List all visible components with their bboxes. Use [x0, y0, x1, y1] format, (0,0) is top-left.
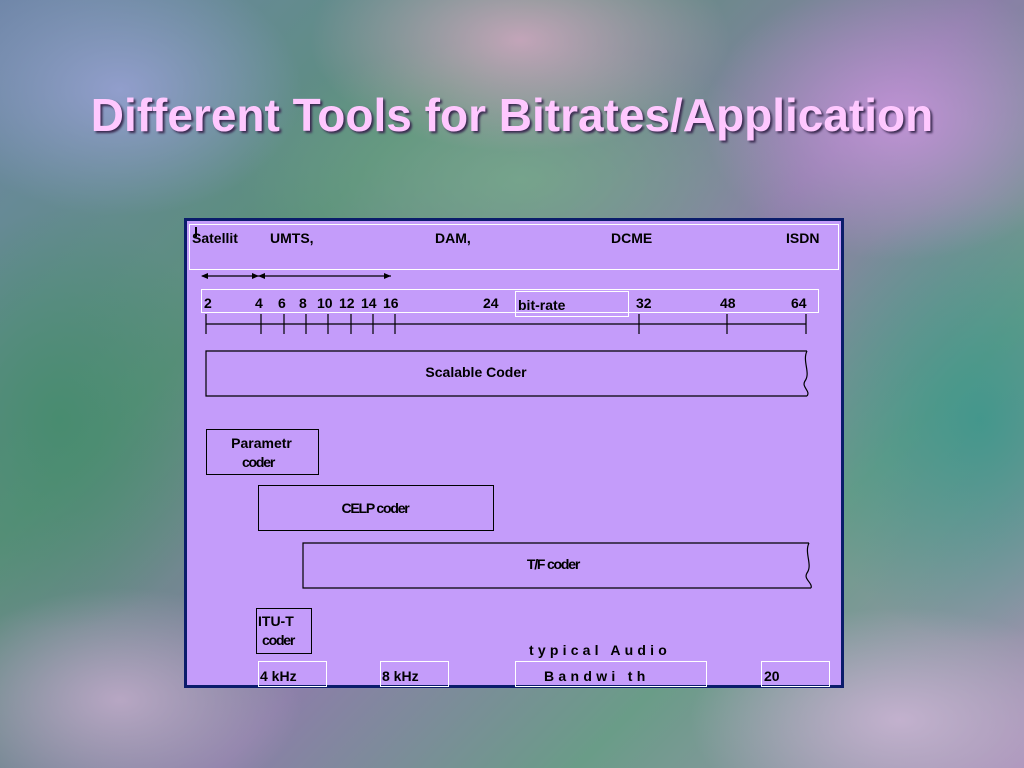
- itut-coder-label-2: coder: [262, 632, 295, 648]
- scalable-coder-label: Scalable Coder: [425, 364, 527, 380]
- tf-coder-label: T/F coder: [526, 556, 580, 572]
- slide-title: Different Tools for Bitrates/Application: [90, 89, 934, 141]
- bandwidth-8khz: 8 kHz: [382, 668, 419, 684]
- bandwidth-caption: typical Audio: [529, 642, 671, 658]
- bandwidth-20: 20: [764, 668, 780, 684]
- diagram-panel: Satellit UMTS, DAM, DCME ISDN 2 4 6 8 10…: [184, 218, 844, 688]
- parametric-coder-label-2: coder: [241, 454, 275, 470]
- bandwidth-4khz: 4 kHz: [260, 668, 297, 684]
- bandwidth-label: Bandwi th: [544, 668, 650, 684]
- parametric-coder-label-1: Parametr: [231, 435, 292, 451]
- itut-coder-label-1: ITU-T: [258, 613, 294, 629]
- celp-coder-label: CELP coder: [341, 500, 409, 516]
